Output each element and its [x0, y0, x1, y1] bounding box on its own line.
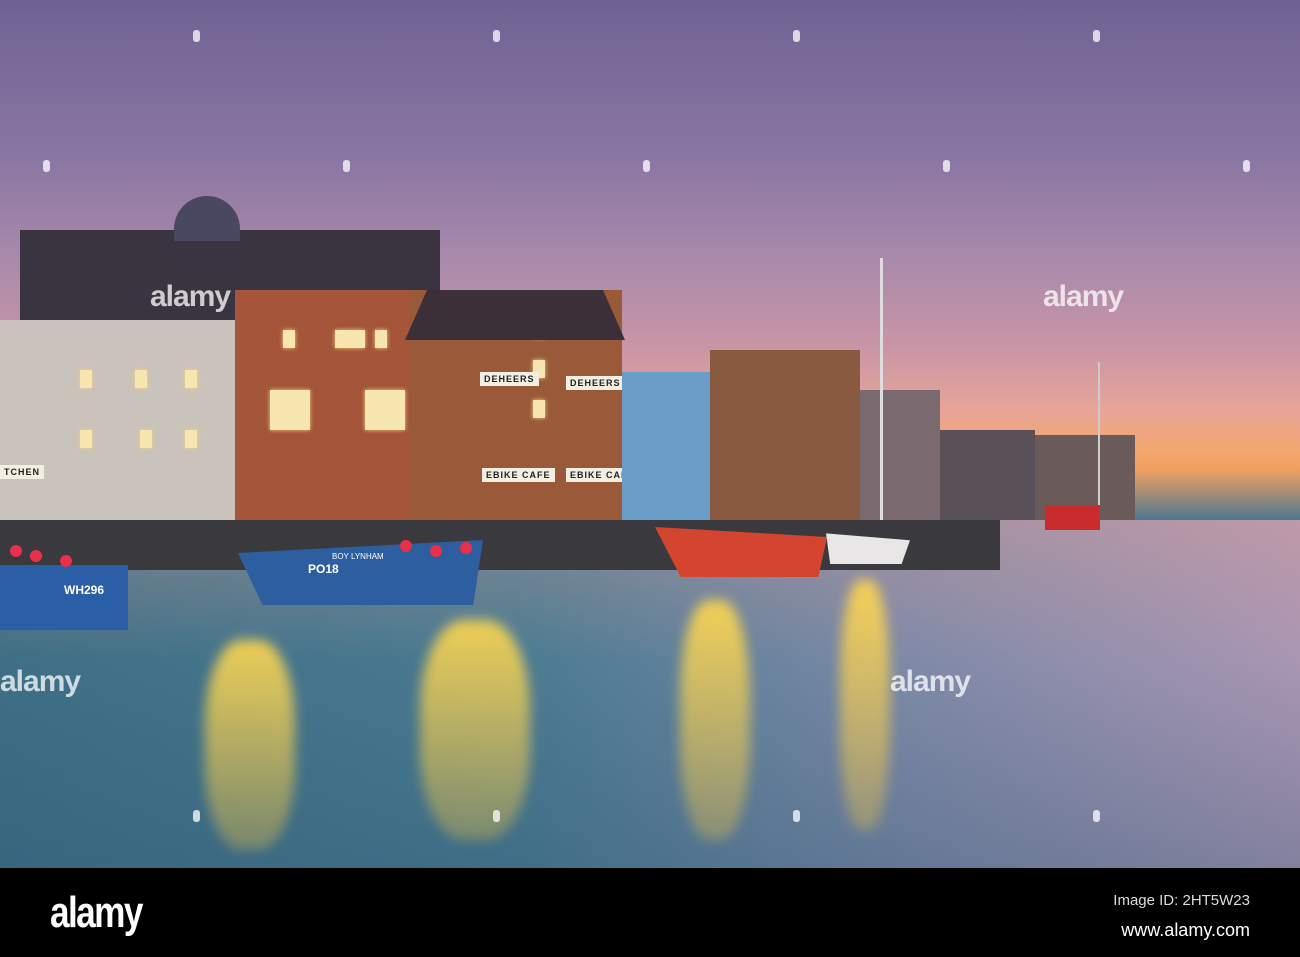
watermark: alamy [890, 665, 971, 698]
watermark-dot [793, 30, 800, 42]
watermark-dot [643, 160, 650, 172]
kitchen-sign: TCHEN [0, 465, 44, 479]
watermark-dot [1093, 30, 1100, 42]
chapel-building [710, 350, 860, 520]
terrace [940, 430, 1035, 520]
watermark-dot [43, 160, 50, 172]
boat-name: BOY LYNHAM [332, 552, 384, 561]
deheers-sign: DEHEERS [566, 376, 625, 390]
watermark: alamy [150, 280, 231, 313]
footer-bar: alamy Image ID: 2HT5W23 www.alamy.com [0, 868, 1300, 957]
window [135, 370, 147, 388]
watermark-dot [493, 30, 500, 42]
buoy [460, 542, 472, 554]
window [365, 390, 405, 430]
buoy [400, 540, 412, 552]
mast [1098, 362, 1100, 512]
window [335, 330, 365, 348]
watermark-dot [1093, 810, 1100, 822]
warehouse-roof [405, 290, 625, 340]
deheers-sign: DEHEERS [480, 372, 539, 386]
dome [174, 196, 240, 241]
white-building [0, 320, 235, 520]
watermark-dot [193, 810, 200, 822]
window [375, 330, 387, 348]
image-id: Image ID: 2HT5W23 [1113, 892, 1250, 909]
boat-number: PO18 [308, 562, 339, 576]
window [533, 400, 545, 418]
boat-number: WH296 [64, 583, 105, 597]
watermark-dot [343, 160, 350, 172]
light-reflection [680, 600, 750, 840]
buoy [30, 550, 42, 562]
window [270, 390, 310, 430]
watermark: alamy [0, 665, 81, 698]
mast [880, 258, 883, 528]
watermark-dot [493, 810, 500, 822]
terrace [860, 390, 940, 520]
watermark-dot [943, 160, 950, 172]
watermark: alamy [1043, 280, 1124, 313]
watermark-dot [193, 30, 200, 42]
ebike-cafe-sign: EBIKE CAFE [482, 468, 555, 482]
site-url: www.alamy.com [1121, 920, 1250, 940]
window [283, 330, 295, 348]
red-boat-far [1045, 505, 1100, 530]
buoy [60, 555, 72, 567]
buoy [10, 545, 22, 557]
window [185, 430, 197, 448]
watermark-dot [1243, 160, 1250, 172]
window [80, 370, 92, 388]
brick-building [235, 290, 430, 520]
boat-wh296: WH296 [0, 565, 128, 630]
light-reflection [205, 640, 295, 850]
window [80, 430, 92, 448]
window [140, 430, 152, 448]
harbour-photo: TCHEN DEHEERS DEHEERS EBIKE CAFE EBIKE C… [0, 0, 1300, 868]
watermark-dot [793, 810, 800, 822]
buoy [430, 545, 442, 557]
light-reflection [840, 580, 890, 830]
light-reflection [420, 620, 530, 840]
window [185, 370, 197, 388]
blue-building [622, 372, 710, 520]
alamy-logo: alamy [50, 888, 143, 937]
